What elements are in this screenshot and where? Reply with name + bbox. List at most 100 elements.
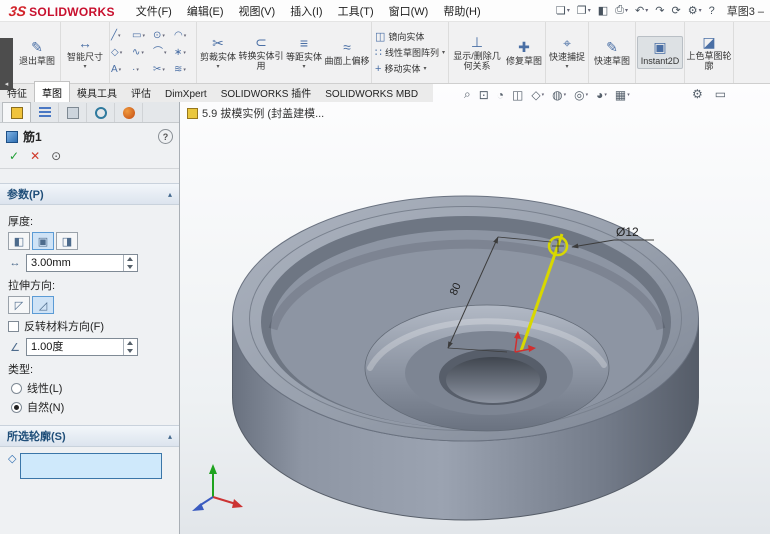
- panel-collapse-strip[interactable]: ◂: [0, 38, 13, 90]
- zoom-area-icon[interactable]: ⊡: [479, 88, 489, 102]
- repair-sketch-button[interactable]: ✚ 修复草图: [504, 37, 544, 69]
- apply-scene-icon[interactable]: ▦ ▾: [615, 88, 630, 102]
- document-label: 5.9 拔模实例 (封盖建模...: [202, 108, 325, 120]
- exit-sketch-button[interactable]: ✎ 退出草图: [15, 37, 59, 69]
- part-model[interactable]: [232, 195, 699, 521]
- thickness-second-side-button[interactable]: ◨: [56, 232, 78, 250]
- cancel-button[interactable]: ✕: [30, 150, 40, 163]
- featuremanager-tab[interactable]: [31, 103, 59, 122]
- polygon-tool-icon[interactable]: ◇ ▾: [111, 47, 132, 59]
- draft-input[interactable]: 1.00度: [26, 338, 138, 356]
- menu-view[interactable]: 视图(V): [232, 0, 283, 22]
- fillet-tool-icon[interactable]: ≋ ▾: [174, 64, 195, 76]
- instant2d-button[interactable]: ▣ Instant2D: [637, 35, 684, 70]
- thickness-spinner[interactable]: [123, 255, 137, 271]
- dimxpertmanager-tab[interactable]: [87, 103, 115, 122]
- edit-appearance-icon[interactable]: ◕ ▾: [596, 88, 607, 102]
- tab-solidworks-addins[interactable]: SOLIDWORKS 插件: [214, 82, 319, 102]
- parameters-section-header[interactable]: 参数(P) ▴: [0, 183, 179, 205]
- hide-show-items-icon[interactable]: ◎ ▾: [574, 88, 588, 102]
- tab-mold-tools[interactable]: 模具工具: [70, 82, 124, 102]
- center-hole[interactable]: [446, 357, 540, 403]
- selected-contours-box[interactable]: [20, 453, 163, 479]
- arc-tool-icon[interactable]: ◠ ▾: [174, 30, 195, 42]
- type-linear-option[interactable]: 线性(L): [11, 380, 171, 396]
- ribbon-group-relations: ⊥ 显示/删除几何关系 ✚ 修复草图: [449, 22, 547, 83]
- view-orientation-icon[interactable]: ◇ ▾: [531, 88, 544, 102]
- tab-sketch[interactable]: 草图: [34, 81, 70, 102]
- feature-title: 筋1: [23, 130, 42, 144]
- centerpoint-tool-icon[interactable]: · ▾: [132, 64, 153, 76]
- ok-button[interactable]: ✓: [9, 150, 19, 163]
- propertymanager-tab[interactable]: [2, 102, 31, 122]
- zoom-fit-icon[interactable]: ⌕: [464, 87, 471, 102]
- linear-sketch-pattern-button[interactable]: ∷ 线性草图阵列 ▾: [373, 46, 447, 59]
- tab-dimxpert[interactable]: DimXpert: [158, 86, 214, 102]
- flip-material-row[interactable]: 反转材料方向(F): [8, 318, 171, 334]
- thickness-input[interactable]: 3.00mm: [26, 254, 138, 272]
- panel-help-icon[interactable]: ?: [158, 129, 173, 144]
- rectangle-tool-icon[interactable]: ▭ ▾: [132, 30, 153, 42]
- print-icon[interactable]: ⎙ ▾: [615, 4, 628, 17]
- move-entities-button[interactable]: + 移动实体 ▾: [373, 62, 447, 75]
- type-natural-option[interactable]: 自然(N): [11, 399, 171, 415]
- displaymanager-tab[interactable]: [115, 103, 143, 122]
- previous-view-icon[interactable]: ◔: [497, 88, 504, 102]
- offset-entities-button[interactable]: ≡ 等距实体 ▾: [284, 33, 324, 72]
- thickness-first-side-button[interactable]: ◧: [8, 232, 30, 250]
- detailed-preview-icon[interactable]: ⊙: [51, 150, 61, 163]
- propertymanager-icon: [10, 106, 23, 119]
- type-natural-radio[interactable]: [11, 401, 22, 413]
- tab-evaluate[interactable]: 评估: [124, 82, 158, 102]
- menu-insert[interactable]: 插入(I): [283, 0, 329, 22]
- save-icon[interactable]: ◧: [598, 4, 608, 17]
- rapid-sketch-button[interactable]: ✎ 快速草图: [590, 37, 634, 69]
- draft-spinner[interactable]: [123, 339, 137, 355]
- thickness-both-sides-button[interactable]: ▣: [32, 232, 54, 250]
- dimension-diameter-text[interactable]: Ø12: [616, 225, 639, 239]
- menu-window[interactable]: 窗口(W): [382, 0, 436, 22]
- tab-solidworks-mbd[interactable]: SOLIDWORKS MBD: [318, 86, 425, 102]
- shaded-sketch-contours-button[interactable]: ◪ 上色草图轮廓: [686, 32, 732, 74]
- fullscreen-icon[interactable]: ▭: [715, 87, 726, 101]
- caret-down-icon: ▾: [563, 91, 567, 98]
- convert-entities-button[interactable]: ⊂ 转换实体引用: [238, 32, 284, 74]
- menu-edit[interactable]: 编辑(E): [180, 0, 231, 22]
- text-tool-icon[interactable]: A ▾: [111, 64, 132, 76]
- display-style-icon[interactable]: ◍ ▾: [552, 88, 566, 102]
- ellipse-tool-icon[interactable]: ⌒ ▾: [153, 47, 174, 59]
- graphics-viewport[interactable]: 80 Ø12 5.9 拔模实例 (封盖建模... ⌕ ⊡ ◔ ◫ ◇ ▾ ◍ ▾…: [180, 84, 770, 534]
- smart-dimension-button[interactable]: ↔ 智能尺寸 ▾: [62, 33, 108, 72]
- mirror-entities-button[interactable]: ◫ 镜向实体: [373, 30, 447, 43]
- menu-tools[interactable]: 工具(T): [331, 0, 381, 22]
- spline-tool-icon[interactable]: ∿ ▾: [132, 47, 153, 59]
- menu-file[interactable]: 文件(F): [129, 0, 179, 22]
- view-settings-icon[interactable]: ⚙: [692, 87, 703, 101]
- menu-help[interactable]: 帮助(H): [436, 0, 487, 22]
- configurationmanager-tab[interactable]: [59, 103, 87, 122]
- open-document-icon[interactable]: ❐ ▾: [577, 4, 591, 17]
- surface-offset-button[interactable]: ≈ 曲面上偏移: [324, 37, 370, 69]
- flip-material-checkbox[interactable]: [8, 320, 19, 332]
- exit-sketch-label: 退出草图: [18, 55, 55, 66]
- point-tool-icon[interactable]: ∗ ▾: [174, 47, 195, 59]
- redo-icon[interactable]: ↷: [655, 4, 664, 17]
- trim-entities-button[interactable]: ✂ 剪裁实体 ▾: [198, 33, 238, 72]
- new-document-icon[interactable]: ❏ ▾: [556, 4, 570, 17]
- selected-contours-section-header[interactable]: 所选轮廓(S) ▴: [0, 425, 179, 447]
- help-icon[interactable]: ?: [709, 5, 715, 17]
- undo-icon[interactable]: ↶ ▾: [635, 4, 648, 17]
- model-canvas[interactable]: 80 Ø12: [180, 84, 770, 534]
- type-linear-radio[interactable]: [11, 382, 22, 394]
- quick-snaps-button[interactable]: ⌖ 快速捕捉 ▾: [547, 33, 587, 72]
- circle-tool-icon[interactable]: ⊙ ▾: [153, 30, 174, 42]
- section-view-icon[interactable]: ◫: [512, 88, 523, 102]
- options-gear-icon[interactable]: ⚙ ▾: [688, 4, 702, 17]
- selected-contours-row: ◇: [0, 447, 179, 485]
- direction-parallel-button[interactable]: ◸: [8, 296, 30, 314]
- rebuild-icon[interactable]: ⟳: [671, 4, 680, 17]
- direction-normal-button[interactable]: ◿: [32, 296, 54, 314]
- display-delete-relations-button[interactable]: ⊥ 显示/删除几何关系: [450, 32, 504, 74]
- line-tool-icon[interactable]: ╱ ▾: [111, 30, 132, 42]
- trim-small-tool-icon[interactable]: ✂ ▾: [153, 64, 174, 76]
